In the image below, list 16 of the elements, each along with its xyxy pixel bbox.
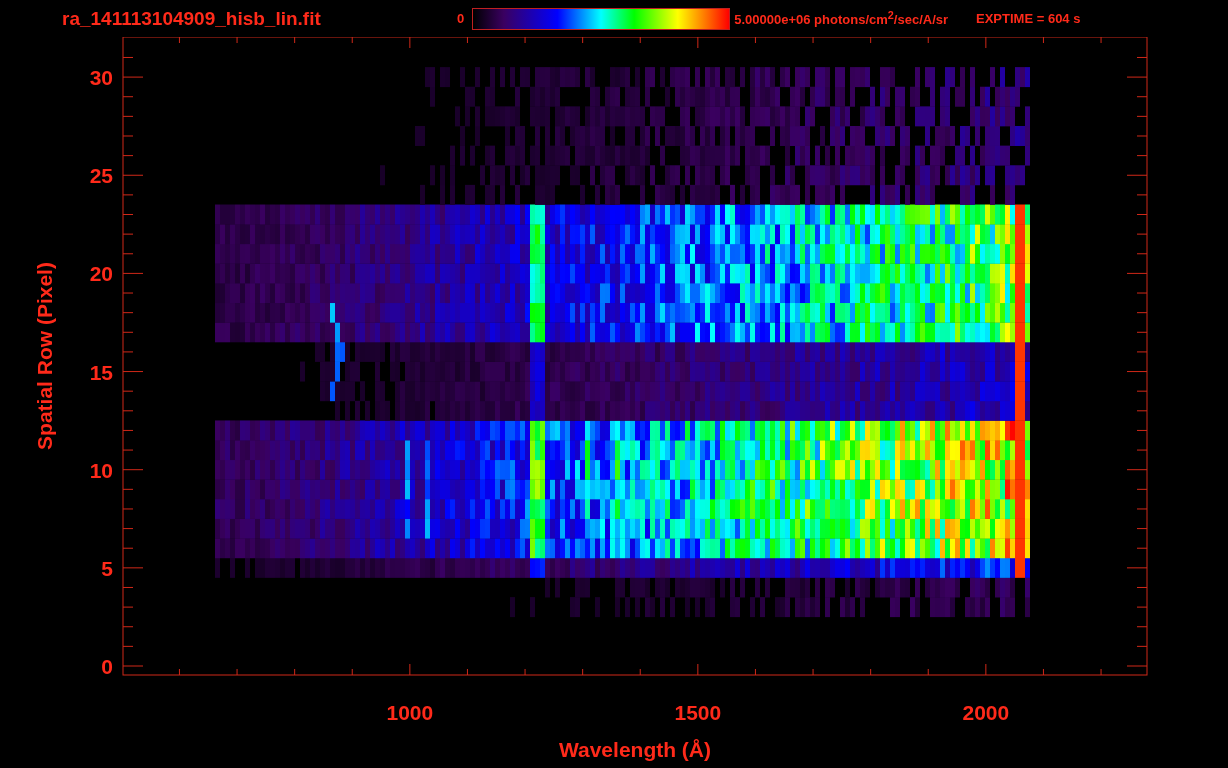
x-axis-title: Wavelength (Å) [558,738,712,761]
y-tick-label: 30 [89,66,113,90]
x-tick-label: 1000 [386,701,434,724]
x-tick-label: 2000 [962,701,1010,724]
file-title: ra_141113104909_hisb_lin.fit [62,7,322,30]
y-axis-title: Spatial Row (Pixel) [33,262,56,450]
colorbar-max-label: 5.00000e+06 photons/cm$^{2}$/sec/A/sr [734,9,949,28]
y-tick-label: 20 [89,262,113,286]
y-tick-label: 0 [101,655,113,678]
exposure-time: EXPTIME = 604 s [976,11,1081,26]
y-tick-label: 10 [89,458,113,482]
colorbar-min-label: 0 [457,11,465,26]
x-tick-label: 1500 [674,701,722,724]
y-tick-label: 5 [101,556,113,580]
y-tick-label: 25 [89,164,113,188]
y-tick-label: 15 [89,360,113,384]
